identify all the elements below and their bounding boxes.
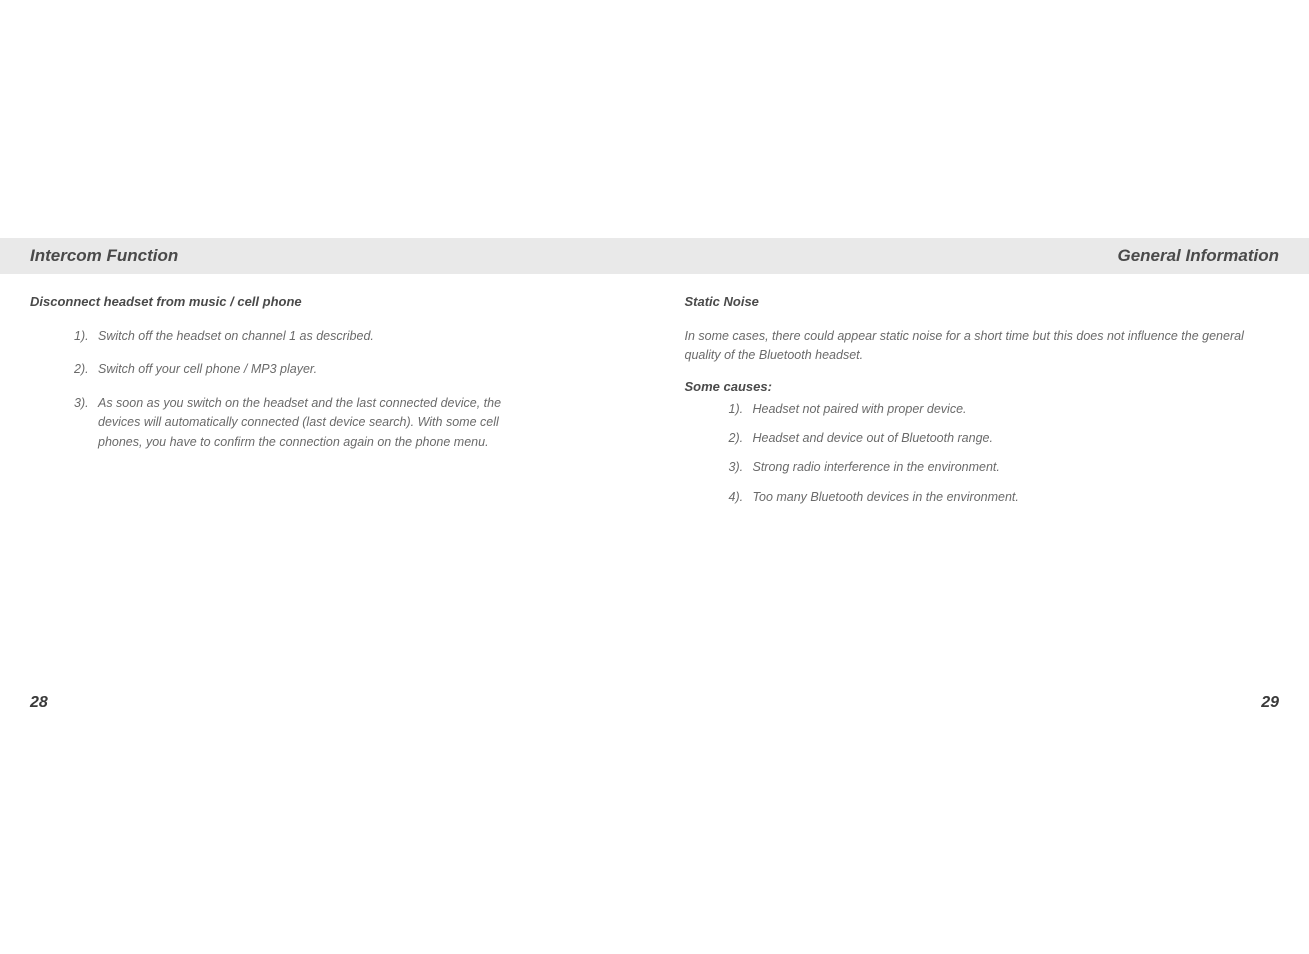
list-number: 1). [74, 327, 98, 346]
list-item: 2). Switch off your cell phone / MP3 pla… [74, 360, 625, 379]
right-intro: In some cases, there could appear static… [685, 327, 1280, 365]
list-number: 2). [729, 429, 753, 448]
list-number: 2). [74, 360, 98, 379]
list-item: 1). Switch off the headset on channel 1 … [74, 327, 625, 346]
list-item: 4). Too many Bluetooth devices in the en… [729, 488, 1280, 507]
list-text: Strong radio interference in the environ… [753, 458, 1280, 477]
left-subheading: Disconnect headset from music / cell pho… [30, 294, 625, 309]
list-text: As soon as you switch on the headset and… [98, 394, 625, 452]
right-header-band: General Information [655, 238, 1309, 274]
list-text: Headset and device out of Bluetooth rang… [753, 429, 1280, 448]
list-number: 3). [729, 458, 753, 477]
page-spread: Intercom Function Disconnect headset fro… [0, 0, 1309, 954]
left-header-title: Intercom Function [30, 246, 178, 266]
causes-list: 1). Headset not paired with proper devic… [685, 400, 1280, 508]
right-content: Static Noise In some cases, there could … [655, 238, 1309, 507]
causes-heading: Some causes: [685, 379, 1280, 394]
list-number: 1). [729, 400, 753, 419]
right-subheading: Static Noise [685, 294, 1280, 309]
disconnect-list: 1). Switch off the headset on channel 1 … [30, 327, 625, 452]
list-item: 2). Headset and device out of Bluetooth … [729, 429, 1280, 448]
right-header-title: General Information [1117, 246, 1279, 266]
list-number: 3). [74, 394, 98, 452]
list-text: Headset not paired with proper device. [753, 400, 1280, 419]
list-number: 4). [729, 488, 753, 507]
list-item: 3). As soon as you switch on the headset… [74, 394, 625, 452]
left-page-number: 28 [30, 694, 48, 712]
list-item: 1). Headset not paired with proper devic… [729, 400, 1280, 419]
list-text: Switch off your cell phone / MP3 player. [98, 360, 625, 379]
list-text: Switch off the headset on channel 1 as d… [98, 327, 625, 346]
right-page: General Information Static Noise In some… [655, 0, 1309, 954]
left-page: Intercom Function Disconnect headset fro… [0, 0, 655, 954]
right-page-number: 29 [1261, 694, 1279, 712]
left-header-band: Intercom Function [0, 238, 655, 274]
list-item: 3). Strong radio interference in the env… [729, 458, 1280, 477]
list-text: Too many Bluetooth devices in the enviro… [753, 488, 1280, 507]
